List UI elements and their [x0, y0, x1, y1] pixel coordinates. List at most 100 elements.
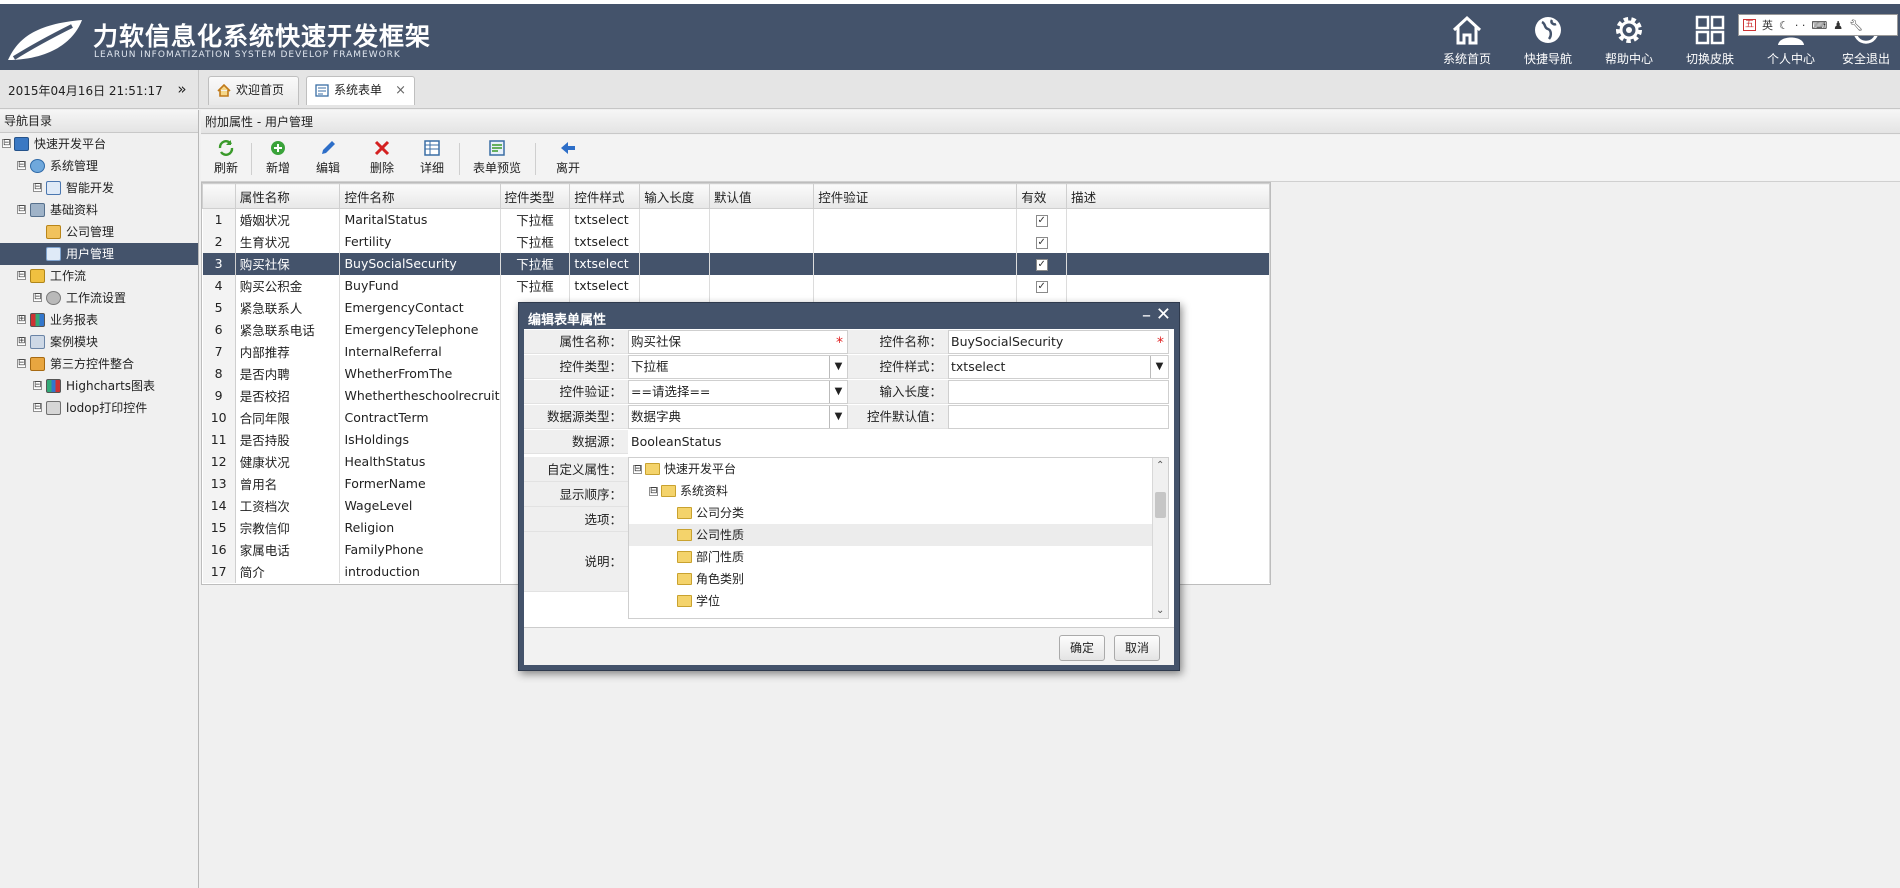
ime-punct[interactable]: · · — [1795, 19, 1806, 32]
collapse-toggle-icon[interactable]: ⊟ — [17, 271, 26, 280]
attr-name-field[interactable]: 购买社保 * — [628, 330, 848, 354]
tab-system-form[interactable]: 系统表单 × — [306, 76, 415, 105]
nav-home[interactable]: 系统首页 — [1426, 8, 1508, 70]
sidebar-item-workflow[interactable]: ⊟ 工作流 — [0, 265, 198, 287]
input-length-field[interactable] — [948, 380, 1169, 404]
sidebar-item-platform[interactable]: ⊟ 快速开发平台 — [0, 133, 198, 155]
row-number: 13 — [202, 472, 236, 495]
column-header-ctrl-name[interactable]: 控件名称 — [339, 183, 501, 209]
ctrl-valid-select[interactable]: ==请选择== ▼ — [628, 380, 848, 404]
table-row[interactable]: 4 购买公积金 BuyFund 下拉框 txtselect ✓ — [202, 274, 1270, 297]
sidebar-item-users[interactable]: 用户管理 — [0, 243, 198, 265]
tree-node-company-category[interactable]: 公司分类 — [629, 502, 1155, 524]
delete-button[interactable]: 删除 — [367, 139, 397, 179]
sidebar-item-cases[interactable]: ⊞ 案例模块 — [0, 331, 198, 353]
sidebar-item-company[interactable]: 公司管理 — [0, 221, 198, 243]
sidebar-item-reports[interactable]: ⊞ 业务报表 — [0, 309, 198, 331]
edit-button[interactable]: 编辑 — [313, 139, 343, 179]
collapse-toggle-icon[interactable]: ⊟ — [33, 293, 42, 302]
column-header-validation[interactable]: 控件验证 — [813, 183, 1018, 209]
tree-node-degree[interactable]: 学位 — [629, 590, 1155, 612]
expand-toggle-icon[interactable]: ⊞ — [17, 315, 26, 324]
ctrl-style-select[interactable]: txtselect ▼ — [948, 355, 1169, 379]
cell-ctrl-name: WhetherFromThe — [339, 362, 501, 385]
divider — [198, 70, 199, 109]
table-row[interactable]: 1 婚姻状况 MaritalStatus 下拉框 txtselect ✓ — [202, 208, 1270, 231]
sidebar-item-highcharts[interactable]: ⊟ Highcharts图表 — [0, 375, 198, 397]
moon-icon[interactable]: ☾ — [1779, 19, 1789, 32]
keyboard-icon[interactable]: ⌨ — [1811, 19, 1827, 32]
column-header-ctrl-type[interactable]: 控件类型 — [499, 183, 571, 209]
sidebar-item-lodop[interactable]: ⊟ lodop打印控件 — [0, 397, 198, 419]
sidebar-item-basic-data[interactable]: ⊟ 基础资料 — [0, 199, 198, 221]
ime-lang-toggle[interactable]: 英 — [1762, 17, 1773, 33]
column-header-default[interactable]: 默认值 — [709, 183, 815, 209]
ctrl-style-label: 控件样式： — [848, 355, 948, 379]
collapse-toggle-icon[interactable]: ⊟ — [17, 359, 26, 368]
home-icon — [1452, 15, 1482, 45]
collapse-toggle-icon[interactable]: ⊟ — [33, 381, 42, 390]
tree-node-role-category[interactable]: 角色类别 — [629, 568, 1155, 590]
cell-ctrl-name: WageLevel — [339, 494, 501, 517]
close-icon[interactable]: ✕ — [1156, 304, 1171, 325]
scroll-up-icon[interactable]: ⌃ — [1156, 460, 1164, 471]
cell-attr-name: 购买社保 — [235, 252, 341, 275]
sidebar-item-system[interactable]: ⊟ 系统管理 — [0, 155, 198, 177]
collapse-toggle-icon[interactable]: ⊟ — [17, 205, 26, 214]
ime-user-icon[interactable]: ♟ — [1833, 19, 1843, 32]
collapse-toggle-icon[interactable]: ⊟ — [2, 139, 11, 148]
ctrl-default-field[interactable] — [948, 405, 1169, 429]
nav-quick[interactable]: 快捷导航 — [1507, 8, 1589, 70]
ime-logo-icon[interactable]: 五 — [1743, 19, 1757, 31]
column-header-attr-name[interactable]: 属性名称 — [234, 183, 341, 209]
collapse-sidebar-button[interactable]: » — [171, 78, 193, 100]
tree-node-dept-nature[interactable]: 部门性质 — [629, 546, 1155, 568]
expand-toggle-icon[interactable]: ⊞ — [17, 337, 26, 346]
column-header-description[interactable]: 描述 — [1066, 183, 1270, 209]
collapse-toggle-icon[interactable]: ⊟ — [17, 161, 26, 170]
refresh-button[interactable]: 刷新 — [211, 139, 241, 179]
collapse-toggle-icon[interactable]: ⊟ — [649, 487, 658, 496]
sidebar-item-workflow-settings[interactable]: ⊟ 工作流设置 — [0, 287, 198, 309]
add-button[interactable]: 新增 — [263, 139, 293, 179]
collapse-toggle-icon[interactable]: ⊟ — [33, 183, 42, 192]
confirm-button[interactable]: 确定 — [1059, 635, 1106, 661]
close-icon[interactable]: × — [395, 77, 406, 104]
check-icon[interactable]: ✓ — [1035, 236, 1048, 249]
ctrl-name-field[interactable]: BuySocialSecurity * — [948, 330, 1169, 354]
sidebar-item-third-party[interactable]: ⊟ 第三方控件整合 — [0, 353, 198, 375]
ds-type-select[interactable]: 数据字典 ▼ — [628, 405, 848, 429]
nav-help[interactable]: 帮助中心 — [1588, 8, 1670, 70]
ctrl-type-select[interactable]: 下拉框 ▼ — [628, 355, 848, 379]
wrench-icon[interactable]: 🔧︎ — [1849, 19, 1863, 32]
folder-icon — [661, 485, 676, 497]
tree-node-platform[interactable]: ⊟ 快速开发平台 — [629, 458, 1155, 480]
table-row[interactable]: 3 购买社保 BuySocialSecurity 下拉框 txtselect ✓ — [202, 252, 1270, 275]
check-icon[interactable]: ✓ — [1035, 214, 1048, 227]
collapse-toggle-icon[interactable]: ⊟ — [633, 465, 642, 474]
form-preview-button[interactable]: 表单预览 — [471, 139, 523, 179]
tab-welcome[interactable]: 欢迎首页 — [208, 76, 299, 105]
row-number: 5 — [202, 296, 236, 319]
cancel-button[interactable]: 取消 — [1114, 635, 1161, 661]
scroll-down-icon[interactable]: ⌄ — [1156, 605, 1164, 616]
tree-scrollbar[interactable]: ⌃ ⌄ — [1152, 458, 1168, 618]
column-header-input-length[interactable]: 输入长度 — [639, 183, 711, 209]
ds-field[interactable]: BooleanStatus — [628, 430, 1169, 454]
scrollbar-thumb[interactable] — [1155, 492, 1166, 518]
tree-node-system-data[interactable]: ⊟ 系统资料 — [629, 480, 1155, 502]
collapse-toggle-icon[interactable]: ⊟ — [33, 403, 42, 412]
dialog-title: 编辑表单属性 — [528, 313, 607, 328]
column-header-valid[interactable]: 有效 — [1016, 183, 1068, 209]
sidebar-item-smart-dev[interactable]: ⊟ 智能开发 — [0, 177, 198, 199]
detail-button[interactable]: 详细 — [417, 139, 447, 179]
back-button[interactable]: 离开 — [553, 139, 583, 179]
check-icon[interactable]: ✓ — [1035, 258, 1048, 271]
system-icon — [30, 159, 45, 173]
minimize-icon[interactable]: – — [1142, 305, 1151, 326]
table-row[interactable]: 2 生育状况 Fertility 下拉框 txtselect ✓ — [202, 230, 1270, 253]
cell-attr-name: 购买公积金 — [235, 274, 341, 297]
check-icon[interactable]: ✓ — [1035, 280, 1048, 293]
column-header-ctrl-style[interactable]: 控件样式 — [569, 183, 641, 209]
tree-node-company-nature[interactable]: 公司性质 — [629, 524, 1155, 546]
